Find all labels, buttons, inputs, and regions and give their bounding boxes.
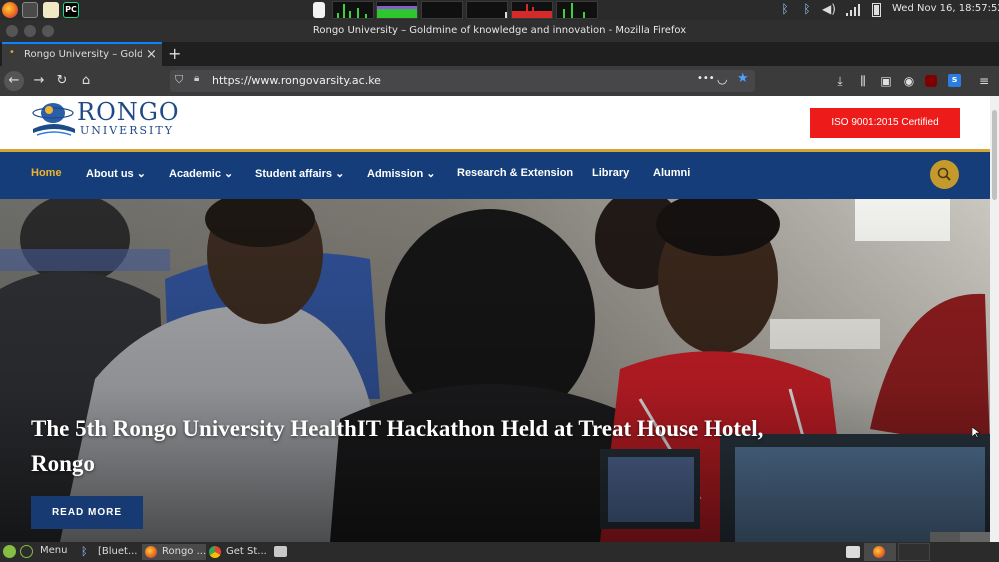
window-titlebar: Rongo University – Goldmine of knowledge… <box>0 20 999 42</box>
lock-icon[interactable]: 🔒︎ <box>194 73 199 84</box>
nav-home[interactable]: Home <box>31 167 62 179</box>
document-icon[interactable] <box>313 2 325 18</box>
iso-certified-badge[interactable]: ISO 9001:2015 Certified <box>810 108 960 138</box>
pycharm-label: PC <box>65 5 77 14</box>
account-icon[interactable]: ◉ <box>901 73 917 89</box>
navigation-toolbar: ← → ↻ ⌂ ⛉ 🔒︎ https://www.rongovarsity.ac… <box>0 66 999 96</box>
hero-title[interactable]: The 5th Rongo University HealthIT Hackat… <box>31 411 831 481</box>
slider-prev-button[interactable] <box>930 532 960 542</box>
bookmark-star-icon[interactable]: ★ <box>737 71 749 86</box>
task-firefox[interactable]: Rongo ... <box>142 544 206 560</box>
task-label: [Bluet... <box>98 546 138 557</box>
download-icon[interactable]: ⤓ <box>832 73 848 89</box>
signal-icon[interactable] <box>846 4 860 16</box>
clock[interactable]: Wed Nov 16, 18:57:52 <box>892 3 999 14</box>
swap-graph <box>421 1 463 19</box>
disk-graph <box>466 1 508 19</box>
reload-button[interactable]: ↻ <box>52 71 72 91</box>
scrollbar-thumb[interactable] <box>992 110 997 200</box>
logo-subtitle[interactable]: UNIVERSITY <box>80 124 174 137</box>
nav-library[interactable]: Library <box>592 167 629 179</box>
bluetooth-icon[interactable]: ᛒ <box>800 2 814 18</box>
back-button[interactable]: ← <box>4 71 24 91</box>
task-chrome[interactable]: Get St... <box>206 544 270 560</box>
task-label: Get St... <box>226 546 267 557</box>
nav-research-extension[interactable]: Research & Extension <box>457 167 573 179</box>
window-title: Rongo University – Goldmine of knowledge… <box>312 25 687 36</box>
cpu-graph <box>332 1 374 19</box>
menu-button[interactable]: Menu <box>40 545 67 556</box>
web-page: RONGO UNIVERSITY ISO 9001:2015 Certified… <box>0 96 990 542</box>
network-graph <box>511 1 553 19</box>
workspace-2[interactable] <box>898 543 930 561</box>
university-logo[interactable] <box>31 99 77 139</box>
system-panel: PC ᛒ ᛒ ◀) Wed Nov 16, 18:57:52 <box>0 0 999 20</box>
workspace-switcher[interactable] <box>864 543 896 561</box>
logo-title[interactable]: RONGO <box>77 98 180 126</box>
home-button[interactable]: ⌂ <box>76 71 96 91</box>
tab-rongo-university[interactable]: • Rongo University – Gold × <box>2 42 162 66</box>
bluetooth-icon: ᛒ <box>81 545 88 558</box>
ublock-icon[interactable] <box>925 75 937 87</box>
folder-icon[interactable] <box>274 546 287 557</box>
favicon-icon: • <box>9 47 15 58</box>
maximize-window-button[interactable] <box>42 25 54 37</box>
extension-s-icon[interactable]: s <box>948 74 961 87</box>
page-scrollbar[interactable] <box>990 96 999 542</box>
page-actions-icon[interactable]: ••• <box>697 73 715 84</box>
load-graph <box>556 1 598 19</box>
library-icon[interactable]: ⫼ <box>855 73 871 89</box>
nav-academic[interactable]: Academic ⌄ <box>169 167 233 180</box>
nav-student-affairs[interactable]: Student affairs ⌄ <box>255 167 344 180</box>
new-tab-button[interactable]: + <box>168 44 181 63</box>
search-button[interactable] <box>930 160 959 189</box>
task-bluetooth[interactable]: ᛒ [Bluet... <box>78 544 140 560</box>
url-text[interactable]: https://www.rongovarsity.ac.ke <box>212 74 381 87</box>
battery-icon[interactable] <box>872 3 881 17</box>
text-editor-icon[interactable] <box>43 2 59 18</box>
close-window-button[interactable] <box>6 25 18 37</box>
start-menu-icon[interactable] <box>3 545 16 558</box>
forward-button[interactable]: → <box>29 71 49 91</box>
terminal-icon[interactable] <box>22 2 38 18</box>
bluetooth-icon[interactable]: ᛒ <box>778 2 792 18</box>
tab-strip: • Rongo University – Gold × + <box>0 42 999 66</box>
tab-title: Rongo University – Gold <box>24 49 142 60</box>
mouse-cursor-icon <box>971 424 981 439</box>
show-desktop-icon[interactable] <box>20 545 33 558</box>
menu-icon[interactable]: ≡ <box>976 73 992 89</box>
firefox-icon <box>145 546 157 558</box>
main-navigation: Home About us ⌄ Academic ⌄ Student affai… <box>0 152 990 199</box>
nav-about-us[interactable]: About us ⌄ <box>86 167 146 180</box>
minimize-window-button[interactable] <box>24 25 36 37</box>
volume-icon[interactable]: ◀) <box>822 2 836 18</box>
pocket-icon[interactable]: ◡ <box>717 72 727 86</box>
pycharm-icon[interactable]: PC <box>63 2 79 18</box>
task-label: Rongo ... <box>162 546 207 557</box>
site-header: RONGO UNIVERSITY ISO 9001:2015 Certified <box>0 96 990 151</box>
firefox-icon[interactable] <box>2 2 18 18</box>
sidebar-icon[interactable]: ▣ <box>878 73 894 89</box>
read-more-button[interactable]: READ MORE <box>31 496 143 529</box>
taskbar: Menu ᛒ [Bluet... Rongo ... Get St... <box>0 542 999 562</box>
hero-photo <box>0 199 990 542</box>
search-icon <box>937 167 951 181</box>
url-bar[interactable]: ⛉ 🔒︎ https://www.rongovarsity.ac.ke ••• … <box>170 70 755 92</box>
nav-alumni[interactable]: Alumni <box>653 167 690 179</box>
nav-admission[interactable]: Admission ⌄ <box>367 167 436 180</box>
tray-app-icon[interactable] <box>846 546 860 558</box>
hero-slider: The 5th Rongo University HealthIT Hackat… <box>0 199 990 542</box>
tab-close-icon[interactable]: × <box>146 47 157 62</box>
firefox-icon <box>873 546 885 558</box>
slider-next-button[interactable] <box>960 532 990 542</box>
shield-icon[interactable]: ⛉ <box>175 73 183 87</box>
memory-graph <box>376 1 418 19</box>
chrome-icon <box>209 546 221 558</box>
